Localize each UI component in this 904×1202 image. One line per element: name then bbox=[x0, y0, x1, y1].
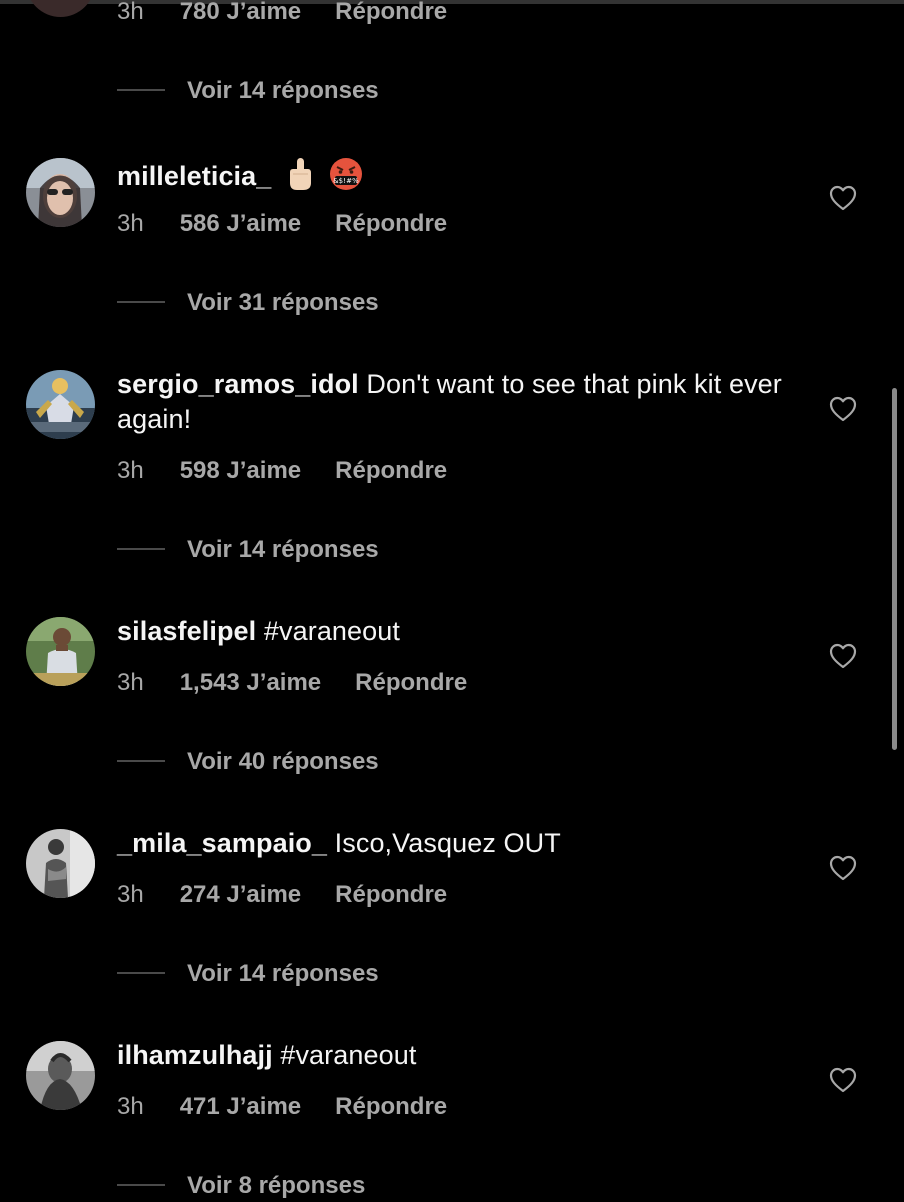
likes-count[interactable]: 780 J’aime bbox=[180, 0, 301, 25]
view-replies-button[interactable]: Voir 40 réponses bbox=[117, 748, 379, 778]
reply-button[interactable]: Répondre bbox=[335, 1093, 447, 1120]
avatar[interactable] bbox=[26, 0, 95, 17]
comment-time: 3h bbox=[117, 210, 144, 237]
avatar[interactable] bbox=[26, 617, 95, 686]
view-replies-button[interactable]: Voir 14 réponses bbox=[117, 960, 379, 990]
likes-count[interactable]: 1,543 J’aime bbox=[180, 669, 321, 696]
comment-username[interactable]: sergio_ramos_idol bbox=[117, 369, 359, 399]
comment-meta: 3h 586 J’aime Répondre bbox=[117, 210, 481, 238]
likes-count[interactable]: 598 J’aime bbox=[180, 457, 301, 484]
comment-body: Isco,Vasquez OUT bbox=[334, 828, 561, 858]
reply-button[interactable]: Répondre bbox=[335, 881, 447, 908]
view-replies-button[interactable]: Voir 14 réponses bbox=[117, 77, 379, 107]
comment-text: milleleticia_ &$!#% bbox=[117, 157, 807, 200]
comment-meta: 3h 1,543 J’aime Répondre bbox=[117, 669, 501, 697]
view-replies-button[interactable]: Voir 31 réponses bbox=[117, 289, 379, 319]
svg-text:&$!#%: &$!#% bbox=[333, 177, 359, 185]
comment-meta: 3h 471 J’aime Répondre bbox=[117, 1093, 481, 1121]
comment-time: 3h bbox=[117, 1093, 144, 1120]
comment-username[interactable]: ilhamzulhajj bbox=[117, 1040, 273, 1070]
comment-time: 3h bbox=[117, 669, 144, 696]
comment-username[interactable]: milleleticia_ bbox=[117, 161, 271, 191]
heart-icon[interactable] bbox=[829, 185, 857, 211]
comment-meta: 3h 274 J’aime Répondre bbox=[117, 881, 481, 909]
comment-text: silasfelipel #varaneout bbox=[117, 614, 807, 649]
reply-button[interactable]: Répondre bbox=[335, 0, 447, 25]
view-replies-label: Voir 8 réponses bbox=[187, 1172, 366, 1199]
heart-icon[interactable] bbox=[829, 396, 857, 422]
comment-time: 3h bbox=[117, 457, 144, 484]
likes-count[interactable]: 586 J’aime bbox=[180, 210, 301, 237]
view-replies-button[interactable]: Voir 14 réponses bbox=[117, 536, 379, 566]
comment-username[interactable]: _mila_sampaio_ bbox=[117, 828, 327, 858]
comment-body: #varaneout bbox=[263, 616, 400, 646]
avatar[interactable] bbox=[26, 158, 95, 227]
heart-icon[interactable] bbox=[829, 1067, 857, 1093]
comment-body: #varaneout bbox=[280, 1040, 417, 1070]
view-replies-label: Voir 14 réponses bbox=[187, 960, 379, 987]
comment-meta: 3h 598 J’aime Répondre bbox=[117, 457, 481, 485]
replies-divider bbox=[117, 88, 165, 91]
likes-count[interactable]: 274 J’aime bbox=[180, 881, 301, 908]
comment-text: ilhamzulhajj #varaneout bbox=[117, 1038, 807, 1073]
replies-divider bbox=[117, 971, 165, 974]
comment-text: sergio_ramos_idol Don't want to see that… bbox=[117, 367, 807, 437]
reply-button[interactable]: Répondre bbox=[335, 210, 447, 237]
view-replies-label: Voir 40 réponses bbox=[187, 748, 379, 775]
avatar[interactable] bbox=[26, 829, 95, 898]
reply-button[interactable]: Répondre bbox=[335, 457, 447, 484]
replies-divider bbox=[117, 547, 165, 550]
comment-username[interactable]: silasfelipel bbox=[117, 616, 256, 646]
comment-meta: 3h 780 J’aime Répondre bbox=[117, 0, 481, 26]
middle-finger-emoji bbox=[287, 157, 313, 200]
view-replies-label: Voir 31 réponses bbox=[187, 289, 379, 316]
replies-divider bbox=[117, 759, 165, 762]
cursing-face-emoji: &$!#% bbox=[329, 157, 363, 200]
likes-count[interactable]: 471 J’aime bbox=[180, 1093, 301, 1120]
comment-time: 3h bbox=[117, 881, 144, 908]
replies-divider bbox=[117, 1183, 165, 1186]
heart-icon[interactable] bbox=[829, 643, 857, 669]
view-replies-button[interactable]: Voir 8 réponses bbox=[117, 1172, 365, 1202]
heart-icon[interactable] bbox=[829, 855, 857, 881]
reply-button[interactable]: Répondre bbox=[355, 669, 467, 696]
comment-time: 3h bbox=[117, 0, 144, 25]
view-replies-label: Voir 14 réponses bbox=[187, 536, 379, 563]
avatar[interactable] bbox=[26, 1041, 95, 1110]
avatar[interactable] bbox=[26, 370, 95, 439]
comment-text: _mila_sampaio_ Isco,Vasquez OUT bbox=[117, 826, 807, 861]
view-replies-label: Voir 14 réponses bbox=[187, 77, 379, 104]
replies-divider bbox=[117, 300, 165, 303]
scrollbar[interactable] bbox=[892, 388, 897, 750]
